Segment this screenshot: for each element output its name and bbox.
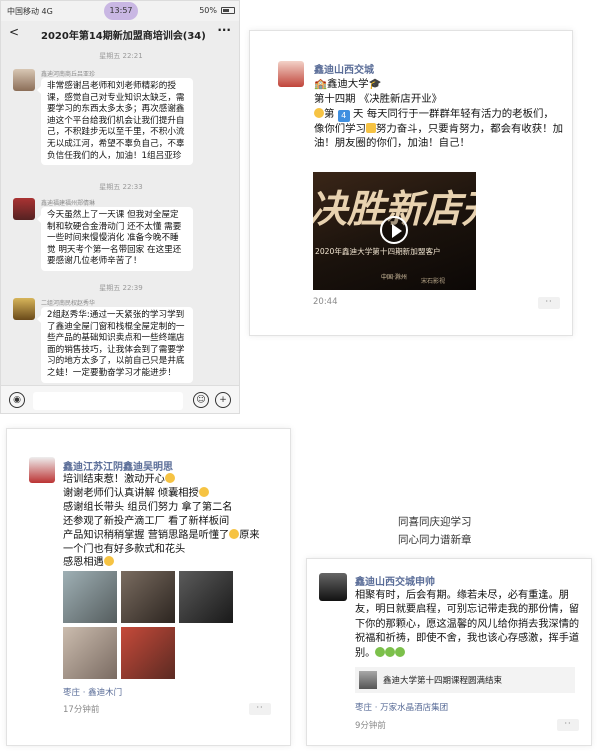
moment-line: 还参观了新投产滴工厂 看了新样板间	[63, 515, 230, 527]
moment-text: 培训结束惹！激动开心 谢谢老师们认真讲解 倾囊相授 感谢组长带头 组员们努力 拿…	[63, 473, 283, 570]
video-location: 中国·滁州	[381, 274, 407, 281]
message-sender: 二组河南民权赵秀华	[41, 300, 96, 307]
muscle-icon	[365, 122, 376, 133]
shared-link-card[interactable]: 鑫迪大学第十四期课程圆满结束	[355, 667, 575, 693]
moment-line: 第	[324, 107, 335, 120]
photo-thumbnail[interactable]	[121, 627, 175, 679]
moment-time: 17分钟前	[63, 705, 100, 715]
laugh-icon	[164, 473, 175, 483]
moment-line: 鑫迪大学	[326, 78, 369, 90]
day-number-badge: 4	[337, 109, 350, 122]
more-actions-button[interactable]: ··	[557, 719, 579, 731]
photo-thumbnail[interactable]	[121, 571, 175, 623]
carrier-label: 中国移动 4G	[7, 7, 53, 16]
link-title: 鑫迪大学第十四期课程圆满结束	[383, 676, 503, 686]
more-actions-button[interactable]: ··	[538, 297, 560, 309]
moment-line: 第十四期 《决胜新店开业》	[314, 92, 442, 105]
chat-title: 2020年第14期新加盟商培训会(34)	[41, 31, 206, 42]
clover-icon	[395, 646, 406, 657]
moment-time: 20:44	[313, 297, 338, 307]
video-watermark: 宋石影视	[421, 278, 446, 285]
message-sender: 鑫迪福建福州郑倩琳	[41, 200, 96, 207]
chat-screenshot: 中国移动 4G 13:57 50% < 2020年第14期新加盟商培训会(34)…	[0, 0, 240, 414]
moment-card-bottom-right: 鑫迪山西交城申帅 相聚有时，后会有期。缘若未尽，必有重逢。朋友，明日就要启程，可…	[306, 558, 592, 746]
smile-icon	[103, 556, 114, 567]
smile-icon	[198, 486, 209, 497]
moment-username[interactable]: 鑫迪山西交城申帅	[355, 573, 435, 588]
slogan-line: 同喜同庆迎学习	[398, 516, 472, 528]
moment-line: 谢谢老师们认真讲解 倾囊相授	[63, 487, 199, 499]
clover-icon	[385, 646, 396, 657]
video-caption: 2020年鑫迪大学第十四期新加盟客户	[315, 247, 441, 256]
back-button[interactable]: <	[9, 25, 19, 39]
chat-input-bar: ◉ ☺ +	[1, 385, 239, 413]
moment-text: 相聚有时，后会有期。缘若未尽，必有重逢。朋友，明日就要启程，可别忘记带走我的那份…	[355, 589, 581, 661]
school-icon: 🏫	[314, 78, 327, 90]
chat-header: < 2020年第14期新加盟商培训会(34) ···	[1, 21, 239, 45]
emoji-icon[interactable]: ☺	[193, 392, 209, 408]
avatar[interactable]	[13, 198, 35, 220]
battery-icon	[221, 7, 235, 14]
moment-time: 9分钟前	[355, 721, 386, 731]
moment-video[interactable]: 决胜新店开 2020年鑫迪大学第十四期新加盟客户 中国·滁州 宋石影视	[313, 172, 476, 290]
moment-text: 🏫鑫迪大学🎓 第十四期 《决胜新店开业》 第 4 天 每天同行于一群群年轻有活力…	[314, 77, 564, 151]
avatar[interactable]	[319, 573, 347, 601]
fist-icon	[314, 107, 324, 118]
message-input[interactable]	[33, 392, 183, 410]
moment-line: 感恩相遇	[63, 557, 104, 569]
plus-icon[interactable]: +	[215, 392, 231, 408]
clover-icon	[375, 646, 386, 657]
laugh-icon	[229, 528, 240, 539]
moment-line: 一个门也有好多款式和花头	[63, 543, 186, 555]
message-time: 星期五 22:33	[99, 183, 143, 191]
message-bubble[interactable]: 2组赵秀华:通过一天紧张的学习学到了鑫迪全屋门窗和栈棍全屋定制的一些产品的基础知…	[37, 307, 193, 383]
moment-line: 培训结束惹！激动开心	[63, 474, 165, 485]
status-bar: 中国移动 4G 13:57 50%	[1, 1, 239, 21]
clock-pill: 13:57	[104, 2, 138, 20]
message-bubble[interactable]: 非常感谢吕老师和刘老师精彩的授课，感觉自己对专业知识太缺乏，需要学习的东西太多太…	[37, 78, 193, 166]
message-bubble[interactable]: 今天虽然上了一天课 但我对全屋定制和软硬合金滑动门 还不太懂 需要一些时间来慢慢…	[37, 207, 193, 271]
battery-percent: 50%	[199, 6, 217, 15]
moment-location[interactable]: 枣庄 · 万家水晶酒店集团	[355, 701, 448, 713]
message-sender: 鑫迪河南商丘吕亚珍	[41, 71, 96, 78]
message-time: 星期五 22:21	[99, 52, 143, 60]
moment-line: 产品知识稍稍掌握 营销思路是听懂了	[63, 529, 230, 541]
play-icon[interactable]	[380, 216, 408, 244]
moment-line: 原来	[239, 529, 260, 541]
cap-icon: 🎓	[368, 78, 382, 90]
moment-username[interactable]: 鑫迪山西交城	[314, 61, 374, 76]
avatar[interactable]	[13, 69, 35, 91]
moment-line: 感谢组长带头 组员们努力 拿了第二名	[63, 501, 233, 513]
moment-location[interactable]: 枣庄 · 鑫迪木门	[63, 686, 122, 698]
moment-card-bottom-left: 鑫迪江苏江阴鑫迪吴明思 培训结束惹！激动开心 谢谢老师们认真讲解 倾囊相授 感谢…	[6, 428, 291, 746]
avatar[interactable]	[278, 61, 304, 87]
message-time: 星期五 22:39	[99, 284, 143, 292]
more-button[interactable]: ···	[217, 23, 231, 37]
link-thumbnail	[359, 671, 377, 689]
photo-thumbnail[interactable]	[63, 627, 117, 679]
slogan-line: 同心同力谱新章	[398, 534, 472, 546]
avatar[interactable]	[29, 457, 55, 483]
photo-thumbnail[interactable]	[63, 571, 117, 623]
voice-icon[interactable]: ◉	[9, 392, 25, 408]
more-actions-button[interactable]: ··	[249, 703, 271, 715]
photo-thumbnail[interactable]	[179, 571, 233, 623]
avatar[interactable]	[13, 298, 35, 320]
moment-username[interactable]: 鑫迪江苏江阴鑫迪吴明思	[63, 458, 173, 473]
